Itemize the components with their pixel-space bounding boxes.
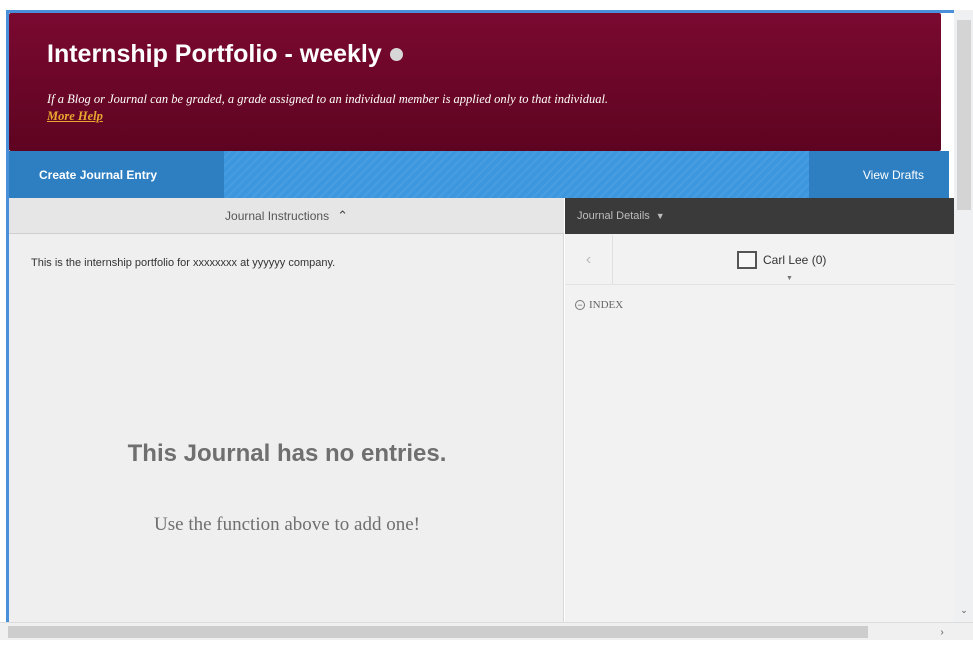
- dropdown-caret-icon: ▼: [786, 275, 793, 282]
- page-title: Internship Portfolio - weekly: [47, 40, 382, 68]
- create-journal-entry-button[interactable]: Create Journal Entry: [9, 151, 224, 198]
- journal-instructions-text: This is the internship portfolio for xxx…: [31, 257, 336, 269]
- journal-details-panel: Journal Details ▼ ‹ Carl Lee (0) ▼ − INDE…: [565, 198, 954, 622]
- previous-member-button[interactable]: ‹: [565, 235, 613, 285]
- scroll-right-arrow-icon[interactable]: ›: [933, 623, 951, 641]
- index-label: INDEX: [589, 299, 624, 311]
- status-dot-icon[interactable]: [389, 48, 403, 61]
- horizontal-scrollbar-thumb[interactable]: [8, 626, 868, 638]
- index-section-toggle[interactable]: − INDEX: [575, 299, 623, 311]
- chevron-down-icon: ▼: [655, 211, 665, 221]
- journal-instructions-label: Journal Instructions: [225, 208, 330, 223]
- member-selector: ‹ Carl Lee (0) ▼: [565, 235, 954, 285]
- journal-details-toggle[interactable]: Journal Details ▼: [565, 198, 954, 234]
- vertical-scrollbar-thumb[interactable]: [957, 20, 971, 210]
- member-dropdown[interactable]: Carl Lee (0): [737, 251, 826, 269]
- app-window: Internship Portfolio - weekly If a Blog …: [0, 0, 973, 646]
- journal-details-label: Journal Details: [577, 210, 650, 222]
- journal-header-banner: Internship Portfolio - weekly If a Blog …: [9, 13, 941, 151]
- user-avatar-icon: [737, 251, 757, 269]
- scroll-down-arrow-icon[interactable]: ⌄: [957, 603, 971, 617]
- empty-state-title: This Journal has no entries.: [127, 440, 447, 467]
- more-help-link[interactable]: More Help: [47, 109, 103, 124]
- collapse-icon: −: [575, 300, 585, 310]
- page-title-row: Internship Portfolio - weekly: [47, 40, 403, 69]
- journal-main-panel: Journal Instructions ⌃ This is the inter…: [9, 198, 564, 622]
- view-drafts-button[interactable]: View Drafts: [809, 151, 949, 198]
- action-toolbar: Create Journal Entry View Drafts: [9, 151, 949, 198]
- journal-instructions-toggle[interactable]: Journal Instructions ⌃: [9, 198, 564, 234]
- chevron-up-icon: ⌃: [337, 207, 348, 223]
- horizontal-scrollbar[interactable]: ›: [0, 622, 973, 640]
- member-name: Carl Lee (0): [763, 253, 827, 267]
- header-description: If a Blog or Journal can be graded, a gr…: [47, 92, 609, 106]
- empty-state-subtitle: Use the function above to add one!: [154, 514, 420, 535]
